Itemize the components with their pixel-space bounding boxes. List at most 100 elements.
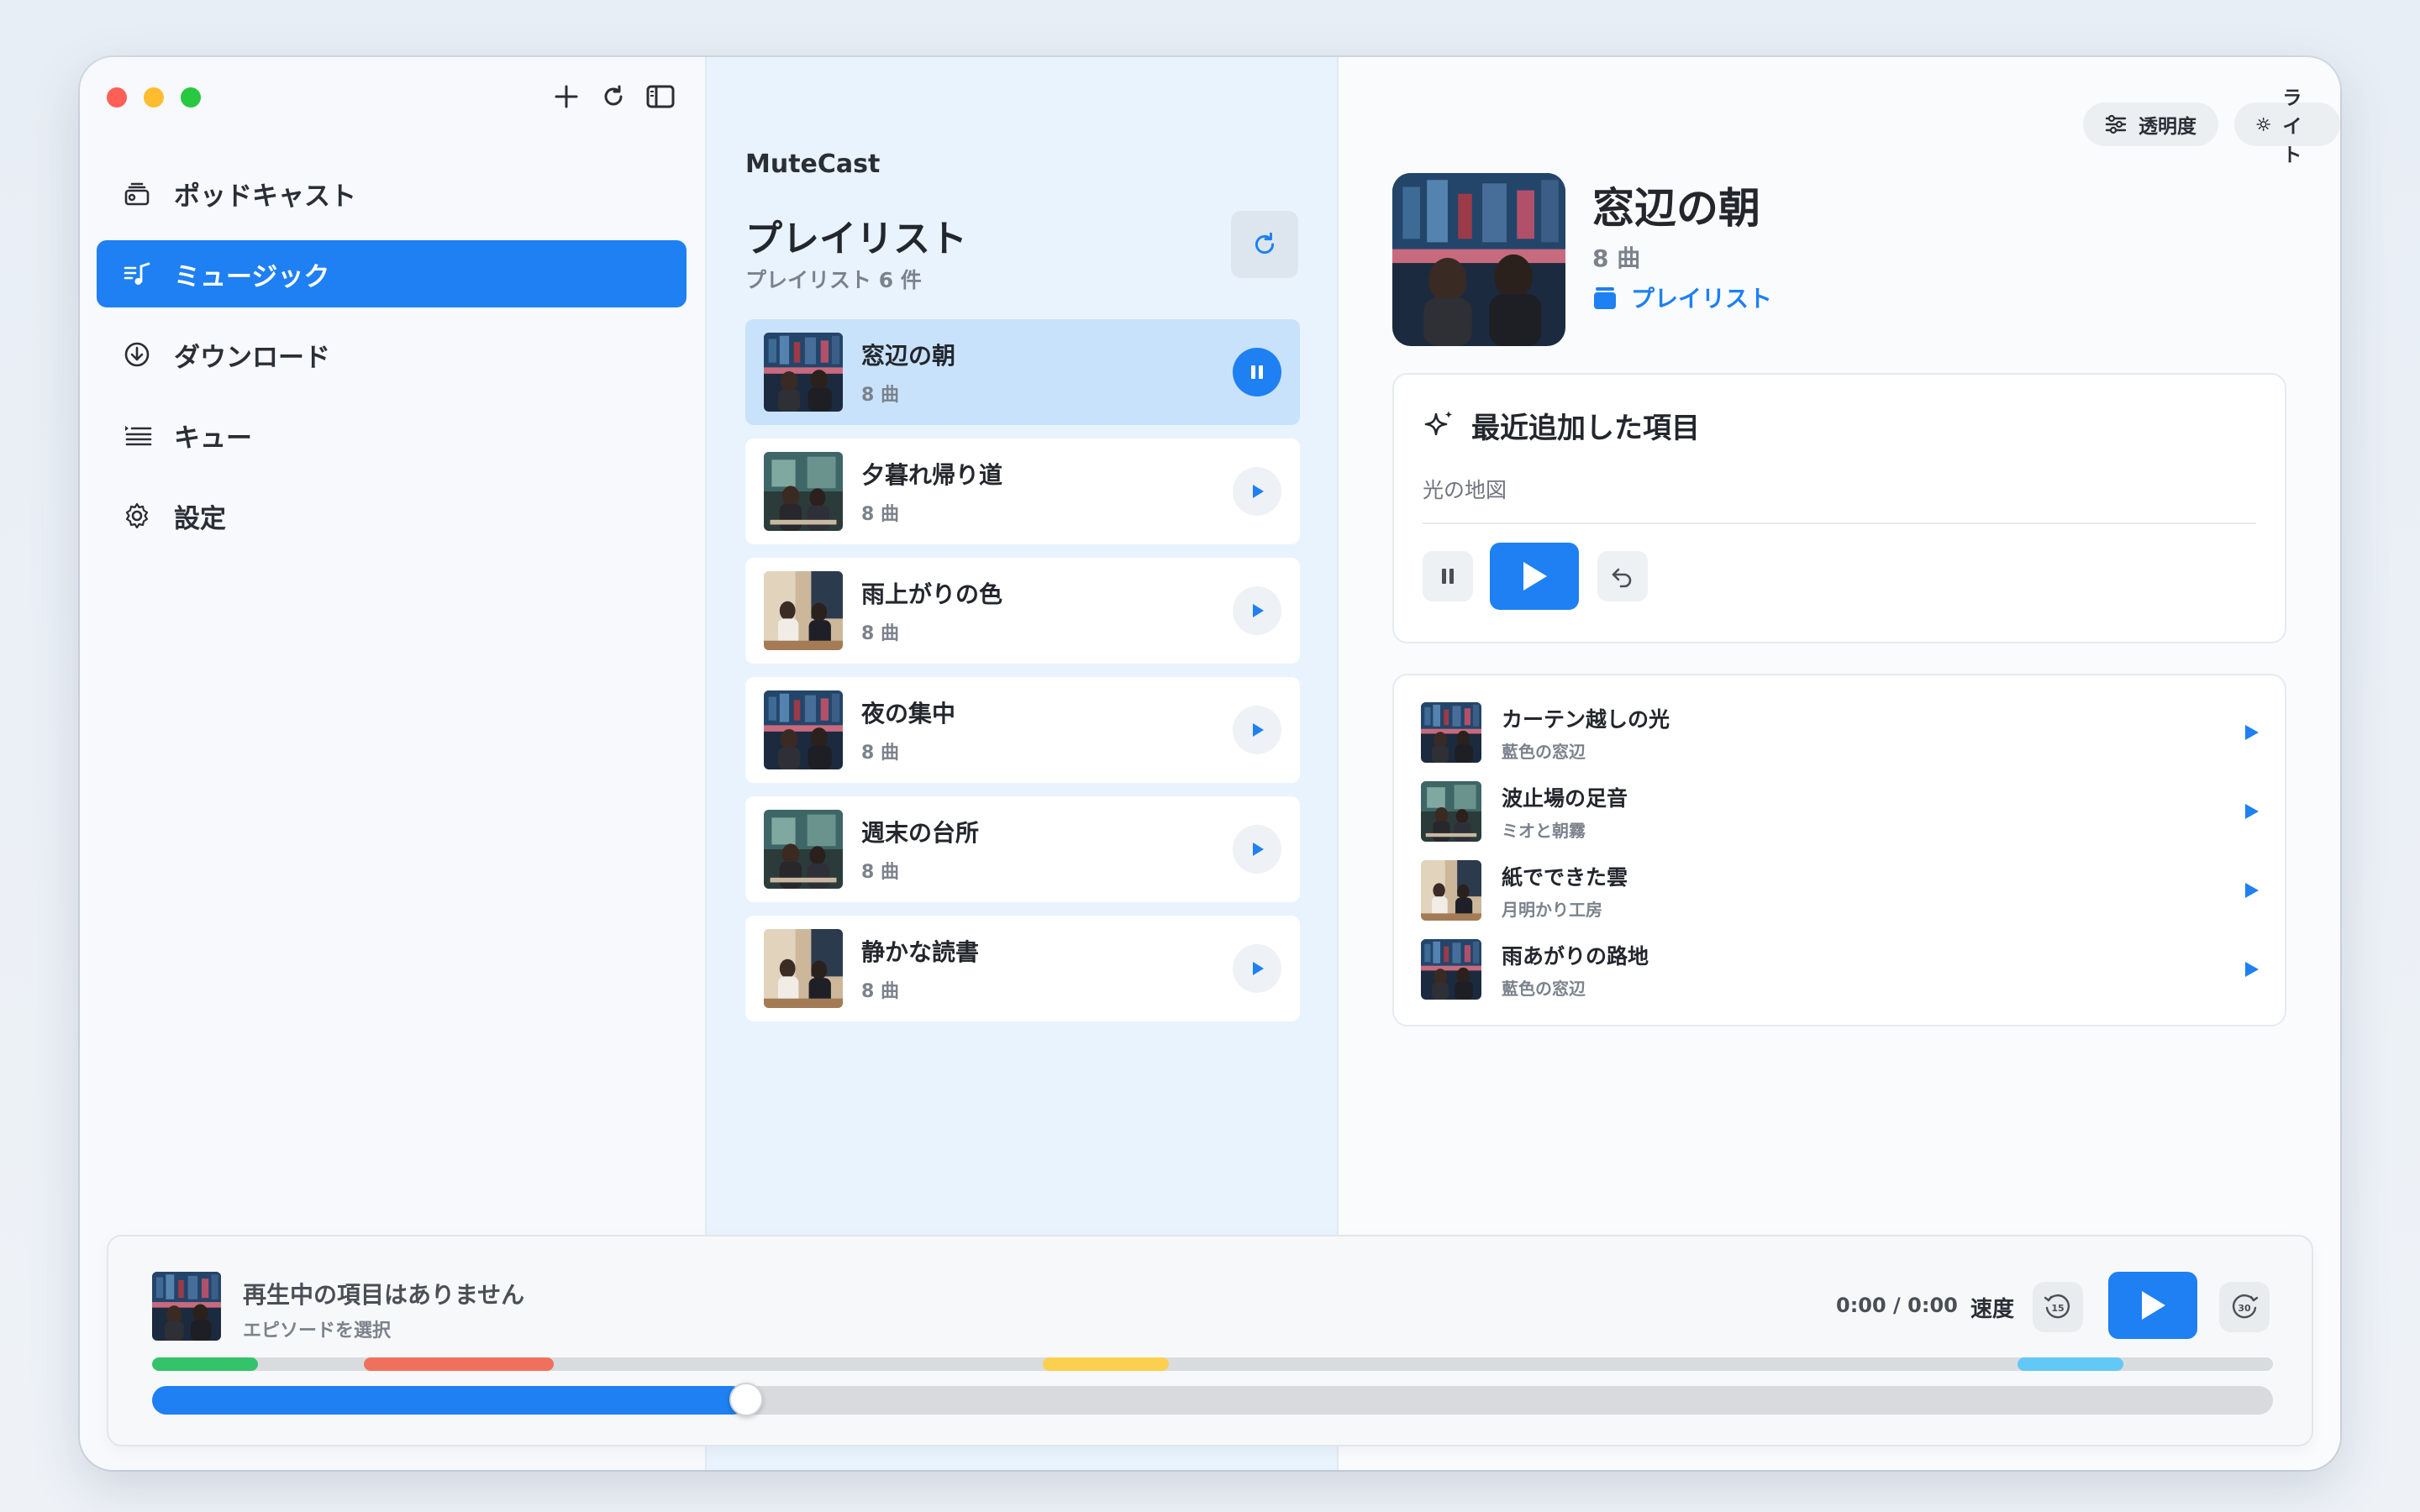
track-artist: 藍色の窓辺	[1502, 978, 1586, 999]
skip-back-15-icon: 15	[2044, 1294, 2070, 1319]
refresh-playlists-button[interactable]	[1231, 211, 1298, 278]
playlist-track-count: 8 曲	[861, 623, 899, 644]
playlist-name: 週末の台所	[861, 819, 980, 847]
playlist-type-link[interactable]: プレイリスト	[1592, 281, 1772, 314]
table-row[interactable]: カーテン越しの光 藍色の窓辺	[1421, 702, 2261, 763]
svg-text:15: 15	[2051, 1303, 2064, 1314]
chapter-marker[interactable]	[152, 1357, 258, 1371]
speed-button[interactable]: 速度	[1970, 1292, 2014, 1323]
play-icon	[2142, 1291, 2165, 1320]
opacity-button[interactable]: 透明度	[2083, 102, 2218, 146]
pause-button[interactable]	[1233, 348, 1281, 396]
close-window-button[interactable]	[107, 87, 127, 108]
now-playing-subtitle: エピソードを選択	[243, 1320, 392, 1341]
recent-item[interactable]: 光の地図	[1423, 474, 1507, 504]
list-item[interactable]: 雨上がりの色 8 曲	[745, 558, 1300, 664]
play-button[interactable]	[1233, 467, 1281, 516]
track-artist: 月明かり工房	[1502, 899, 1602, 920]
playlist-name: 雨上がりの色	[861, 580, 1003, 608]
add-icon[interactable]	[552, 82, 581, 111]
track-artist: 藍色の窓辺	[1502, 741, 1586, 762]
play-button[interactable]	[1490, 543, 1579, 610]
skip-back-15-button[interactable]: 15	[2033, 1282, 2083, 1332]
track-name: 雨あがりの路地	[1502, 943, 1649, 969]
sidebar-item-settings[interactable]: 設定	[97, 482, 687, 549]
sliders-icon	[2105, 114, 2127, 134]
pause-icon	[1442, 569, 1454, 584]
recent-title: 最近追加した項目	[1471, 412, 1700, 445]
play-icon[interactable]	[2241, 722, 2261, 743]
list-item[interactable]: 窓辺の朝 8 曲	[745, 319, 1300, 425]
podcast-icon	[122, 178, 152, 208]
list-item[interactable]: 週末の台所 8 曲	[745, 796, 1300, 902]
playlist-artwork	[764, 452, 843, 531]
chapter-marker[interactable]	[1043, 1357, 1169, 1371]
detail-track-count: 8 曲	[1592, 244, 1641, 272]
queue-icon	[122, 420, 152, 450]
playlist-stack-icon	[1594, 287, 1616, 309]
playlist-name: 夜の集中	[861, 700, 956, 727]
table-row[interactable]: 紙でできた雲 月明かり工房	[1421, 860, 2261, 921]
refresh-icon[interactable]	[599, 82, 628, 111]
play-icon	[1253, 723, 1264, 737]
table-row[interactable]: 雨あがりの路地 藍色の窓辺	[1421, 939, 2261, 1000]
track-name: カーテン越しの光	[1502, 706, 1670, 732]
play-icon[interactable]	[2241, 801, 2261, 822]
sparkles-icon	[1424, 410, 1453, 435]
play-icon	[1253, 843, 1264, 856]
theme-button[interactable]: ライト	[2234, 87, 2340, 166]
opacity-label: 透明度	[2139, 116, 2196, 138]
app-window: ポッドキャスト ミュージック ダウンロード キュー 設定 MuteCast プレ…	[80, 57, 2340, 1470]
window-controls	[107, 87, 201, 108]
track-artwork	[1421, 781, 1481, 842]
pause-button[interactable]	[1423, 551, 1473, 601]
track-name: 波止場の足音	[1502, 785, 1628, 811]
playlist-type-label: プレイリスト	[1631, 285, 1773, 312]
now-playing-artwork	[152, 1272, 221, 1341]
detail-title: 窓辺の朝	[1592, 184, 1760, 233]
minimize-window-button[interactable]	[144, 87, 164, 108]
playlist-track-count: 8 曲	[861, 385, 899, 406]
table-row[interactable]: 波止場の足音 ミオと朝霧	[1421, 781, 2261, 842]
list-item[interactable]: 夕暮れ帰り道 8 曲	[745, 438, 1300, 544]
refresh-icon	[1255, 232, 1275, 255]
app-name: MuteCast	[745, 150, 881, 179]
undo-icon	[1612, 568, 1632, 588]
sidebar-toggle-icon[interactable]	[646, 82, 675, 111]
chapter-marker[interactable]	[364, 1357, 554, 1371]
play-icon	[1253, 604, 1264, 617]
zoom-window-button[interactable]	[181, 87, 201, 108]
sidebar-item-downloads[interactable]: ダウンロード	[97, 321, 687, 388]
play-button[interactable]	[1233, 586, 1281, 635]
play-icon[interactable]	[2241, 959, 2261, 979]
playlist-track-count: 8 曲	[861, 862, 899, 883]
track-artwork	[1421, 939, 1481, 1000]
page-title: プレイリスト	[745, 218, 967, 260]
play-button[interactable]	[1233, 706, 1281, 754]
play-button[interactable]	[1233, 825, 1281, 874]
sidebar-item-music[interactable]: ミュージック	[97, 240, 687, 307]
playlist-track-count: 8 曲	[861, 743, 899, 764]
play-button[interactable]	[2108, 1272, 2197, 1339]
list-item[interactable]: 夜の集中 8 曲	[745, 677, 1300, 783]
skip-forward-30-button[interactable]: 30	[2219, 1282, 2270, 1332]
play-button[interactable]	[1233, 944, 1281, 993]
undo-button[interactable]	[1597, 551, 1648, 601]
playback-time: 0:00 / 0:00	[1836, 1294, 1958, 1317]
gear-icon	[122, 501, 152, 531]
playlist-artwork	[764, 690, 843, 769]
music-icon	[122, 259, 152, 289]
pause-icon	[1251, 365, 1263, 379]
progress-slider[interactable]	[152, 1383, 2273, 1416]
sidebar-item-label: ミュージック	[174, 261, 330, 292]
sidebar-item-queue[interactable]: キュー	[97, 402, 687, 469]
chapter-marker[interactable]	[2018, 1357, 2123, 1371]
play-icon	[1253, 485, 1264, 498]
play-icon[interactable]	[2241, 880, 2261, 900]
progress-fill	[152, 1386, 746, 1415]
progress-knob[interactable]	[729, 1383, 763, 1416]
list-item[interactable]: 静かな読書 8 曲	[745, 916, 1300, 1021]
sidebar-item-podcasts[interactable]: ポッドキャスト	[97, 160, 687, 227]
playlist-name: 窓辺の朝	[861, 342, 956, 370]
playlist-artwork	[764, 929, 843, 1008]
